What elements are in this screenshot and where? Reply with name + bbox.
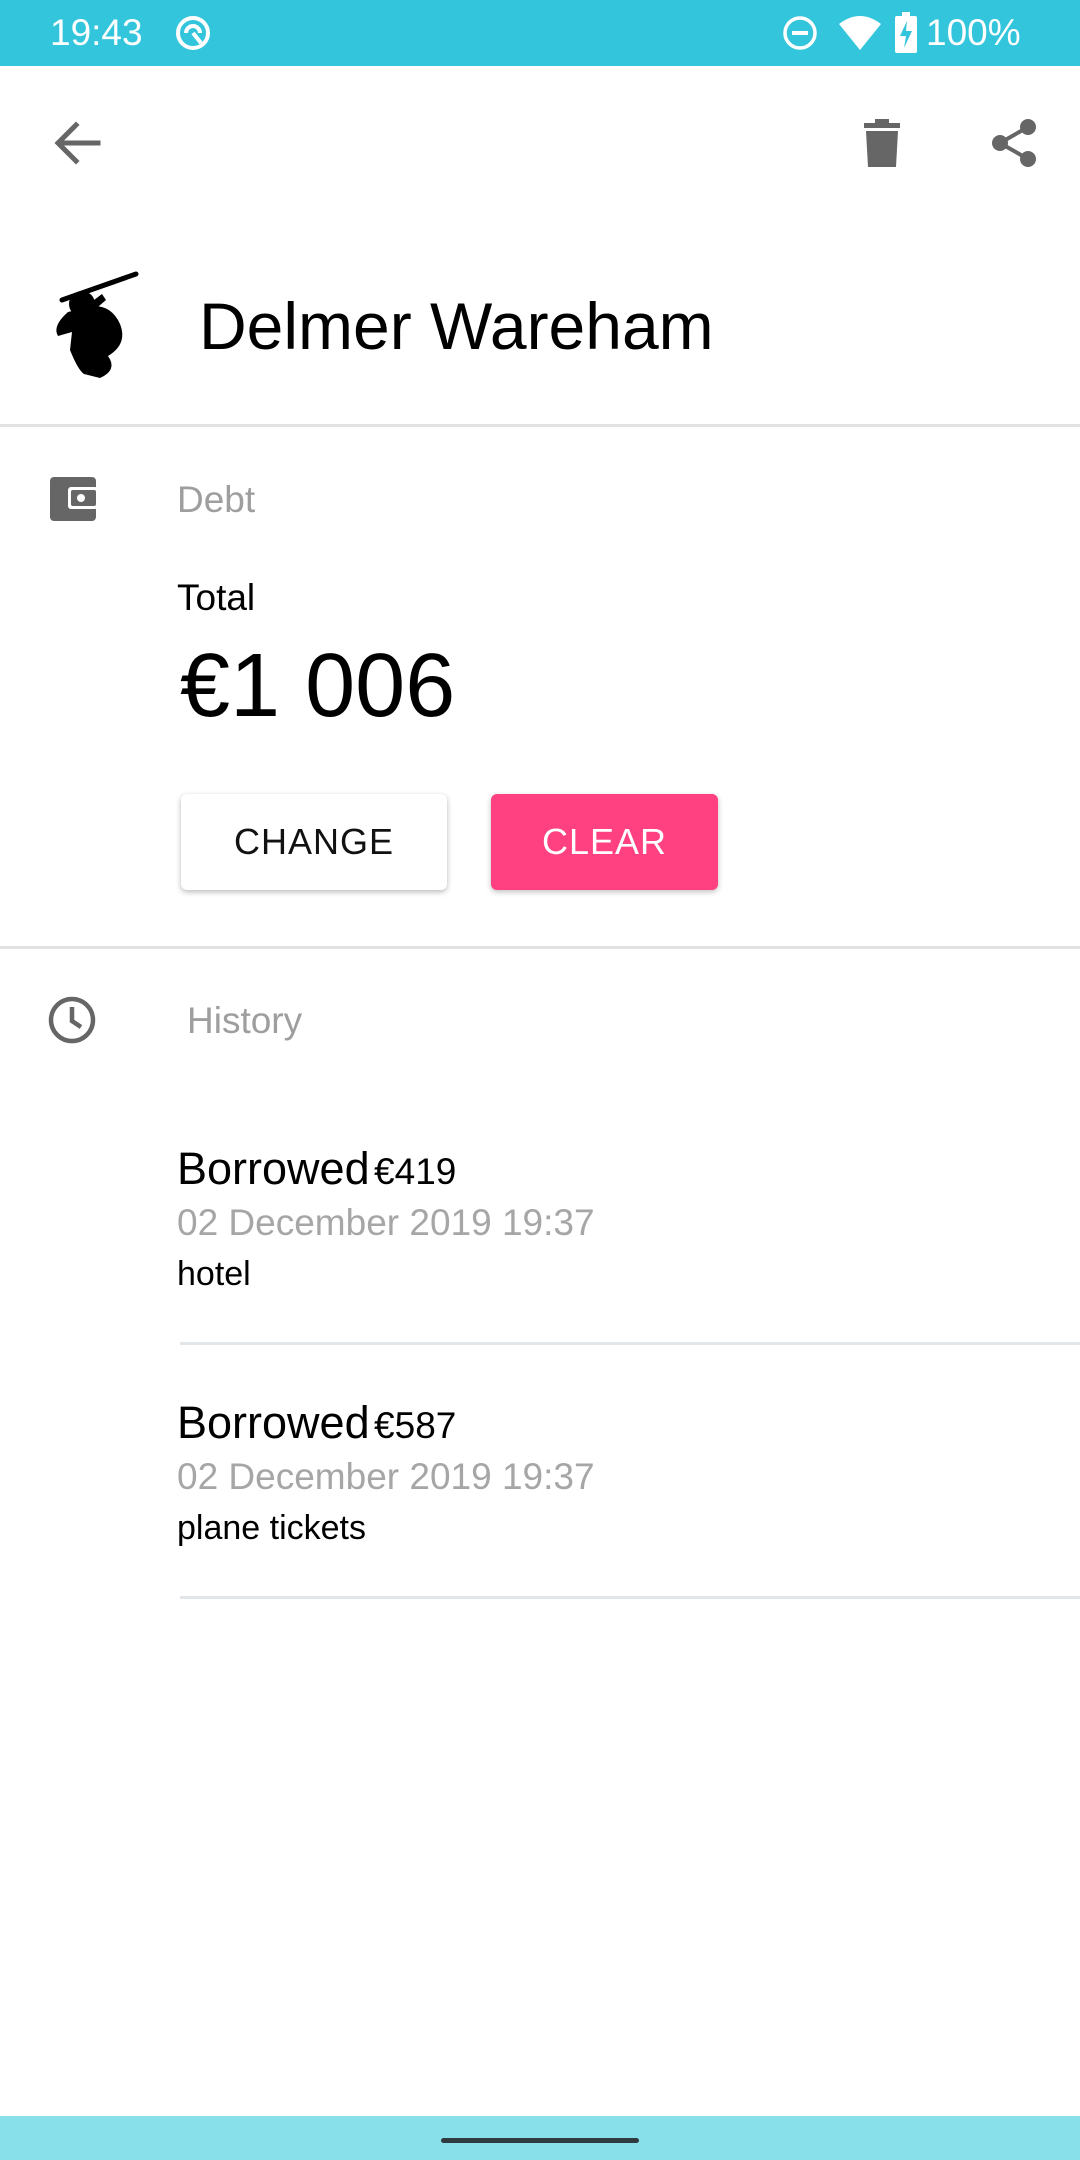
clock-icon [48,996,96,1044]
wifi-icon [839,16,881,50]
do-not-disturb-icon [783,16,817,50]
share-icon[interactable] [986,115,1042,171]
history-item-amount: €419 [374,1151,457,1192]
history-item-note: hotel [177,1255,251,1293]
history-item-type: Borrowed [177,1397,370,1448]
person-name: Delmer Wareham [199,289,714,363]
history-item-divider [180,1596,1080,1599]
app-notification-icon [176,16,210,50]
history-item[interactable]: Borrowed €419 02 December 2019 19:37 hot… [177,1141,1057,1301]
total-label: Total [177,577,256,618]
debt-divider [0,946,1080,949]
history-item-amount: €587 [374,1405,457,1446]
status-time: 19:43 [50,12,143,53]
history-item-title: Borrowed €419 [177,1141,456,1200]
delete-icon[interactable] [854,115,910,171]
battery-charging-icon [895,12,917,53]
history-item-date: 02 December 2019 19:37 [177,1202,595,1243]
avatar [56,271,139,378]
history-item[interactable]: Borrowed €587 02 December 2019 19:37 pla… [177,1395,1057,1555]
total-amount: €1 006 [180,636,456,736]
back-arrow-icon[interactable] [50,115,106,171]
home-gesture-handle[interactable] [441,2138,639,2143]
history-item-title: Borrowed €587 [177,1395,456,1454]
status-bar: 19:43 100% [0,0,1080,66]
clear-button[interactable]: CLEAR [491,794,718,890]
wallet-icon [50,477,98,521]
debt-section-label: Debt [177,479,256,520]
history-item-type: Borrowed [177,1143,370,1194]
change-button[interactable]: CHANGE [181,794,447,890]
history-section-label: History [187,1000,303,1041]
history-item-divider [180,1342,1080,1345]
navigation-bar [0,2116,1080,2160]
header-divider [0,424,1080,427]
battery-percentage: 100% [926,12,1021,53]
history-item-date: 02 December 2019 19:37 [177,1456,595,1497]
history-item-note: plane tickets [177,1509,366,1547]
